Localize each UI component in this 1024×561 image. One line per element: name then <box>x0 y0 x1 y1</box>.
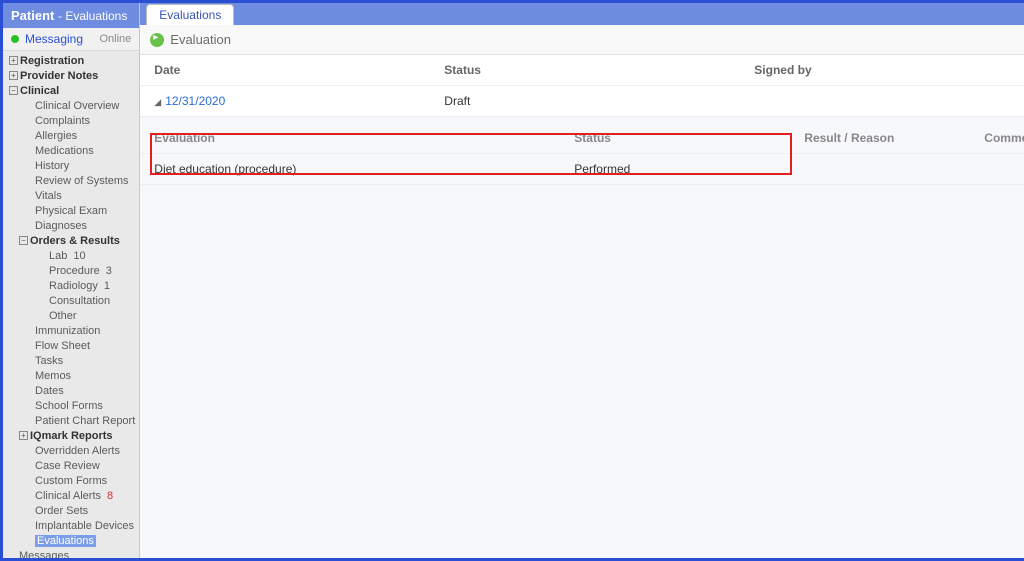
subgrid-row[interactable]: Diet education (procedure) Performed <box>140 154 1024 184</box>
subgrid: Evaluation Status Result / Reason Commen… <box>140 117 1024 185</box>
tree-dates[interactable]: Dates <box>31 383 139 398</box>
tree-allergies[interactable]: Allergies <box>31 128 139 143</box>
tree-evaluations[interactable]: Evaluations <box>31 533 139 548</box>
tree-other[interactable]: Other <box>45 308 139 323</box>
expand-triangle-icon[interactable]: ◢ <box>154 97 161 107</box>
col-comments: Comments <box>984 131 1024 145</box>
tree-clinical-alerts[interactable]: Clinical Alerts8 <box>31 488 139 503</box>
tree-consultation[interactable]: Consultation <box>45 293 139 308</box>
tree-orders-results[interactable]: −Orders & Results <box>15 233 139 248</box>
app-title: Patient <box>11 8 54 23</box>
subgrid-row-wrap: Diet education (procedure) Performed <box>140 154 1024 185</box>
status-dot-icon <box>11 35 19 43</box>
tree-patient-chart-report[interactable]: Patient Chart Report <box>31 413 139 428</box>
collapse-icon[interactable]: − <box>19 236 28 245</box>
nav-tree: +Registration +Provider Notes − Clinical … <box>3 51 139 558</box>
eval-status: Performed <box>574 162 804 176</box>
col-substatus: Status <box>574 131 804 145</box>
tree-complaints[interactable]: Complaints <box>31 113 139 128</box>
tree-iqmark-reports[interactable]: +IQmark Reports <box>15 428 139 443</box>
tree-history[interactable]: History <box>31 158 139 173</box>
tree-review-of-systems[interactable]: Review of Systems <box>31 173 139 188</box>
messaging-label: Messaging <box>25 32 99 46</box>
tree-order-sets[interactable]: Order Sets <box>31 503 139 518</box>
tree-physical-exam[interactable]: Physical Exam <box>31 203 139 218</box>
col-status: Status <box>444 63 754 77</box>
tree-case-review[interactable]: Case Review <box>31 458 139 473</box>
collapse-icon[interactable]: − <box>9 86 18 95</box>
tree-clinical-overview[interactable]: Clinical Overview <box>31 98 139 113</box>
tab-evaluations[interactable]: Evaluations <box>146 4 234 25</box>
col-date: Date <box>154 63 444 77</box>
messaging-bar[interactable]: Messaging Online <box>3 28 139 51</box>
tree-registration[interactable]: +Registration <box>5 53 139 68</box>
expand-icon[interactable]: + <box>9 71 18 80</box>
tree-messages[interactable]: Messages <box>15 548 139 558</box>
messaging-status: Online <box>99 33 131 45</box>
tree-lab[interactable]: Lab10 <box>45 248 139 263</box>
tree-medications[interactable]: Medications <box>31 143 139 158</box>
tree-tasks[interactable]: Tasks <box>31 353 139 368</box>
date-link[interactable]: 12/31/2020 <box>165 94 225 108</box>
tree-immunization[interactable]: Immunization <box>31 323 139 338</box>
app-subtitle: - Evaluations <box>58 9 127 23</box>
tree-school-forms[interactable]: School Forms <box>31 398 139 413</box>
grid-header: Date Status Signed by Log <box>140 55 1024 86</box>
col-result: Result / Reason <box>804 131 984 145</box>
tree-procedure[interactable]: Procedure3 <box>45 263 139 278</box>
tabs: Evaluations <box>140 3 1024 25</box>
sidebar: Patient - Evaluations Messaging Online +… <box>3 3 140 558</box>
eval-name: Diet education (procedure) <box>154 162 574 176</box>
expand-icon[interactable]: + <box>9 56 18 65</box>
tree-memos[interactable]: Memos <box>31 368 139 383</box>
sidebar-header: Patient - Evaluations <box>3 3 139 28</box>
row-date: ◢ 12/31/2020 <box>154 94 444 108</box>
page-title: Evaluation <box>170 32 231 47</box>
tree-provider-notes[interactable]: +Provider Notes <box>5 68 139 83</box>
evaluation-icon <box>150 33 164 47</box>
subgrid-header: Evaluation Status Result / Reason Commen… <box>140 123 1024 154</box>
tree-radiology[interactable]: Radiology1 <box>45 278 139 293</box>
tree-custom-forms[interactable]: Custom Forms <box>31 473 139 488</box>
expand-icon[interactable]: + <box>19 431 28 440</box>
tree-clinical[interactable]: −Clinical <box>5 83 139 98</box>
tree-implantable-devices[interactable]: Implantable Devices <box>31 518 139 533</box>
tree-vitals[interactable]: Vitals <box>31 188 139 203</box>
tree-diagnoses[interactable]: Diagnoses <box>31 218 139 233</box>
tree-overridden-alerts[interactable]: Overridden Alerts <box>31 443 139 458</box>
tree-flow-sheet[interactable]: Flow Sheet <box>31 338 139 353</box>
page-heading-row: Evaluation <box>140 25 1024 55</box>
main-panel: Evaluations Evaluation Date Status Signe… <box>140 3 1024 558</box>
evaluation-grid: Date Status Signed by Log ◢ 12/31/2020 Dr… <box>140 55 1024 185</box>
col-signed-by: Signed by <box>754 63 1024 77</box>
grid-row[interactable]: ◢ 12/31/2020 Draft <box>140 86 1024 117</box>
row-status: Draft <box>444 94 754 108</box>
col-evaluation: Evaluation <box>154 131 574 145</box>
